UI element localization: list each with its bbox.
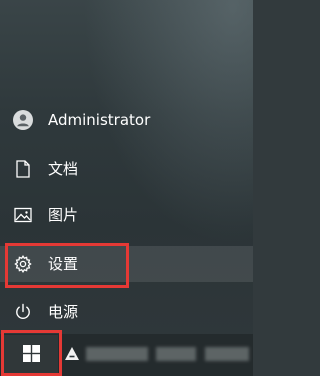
pictures-label: 图片 [48,206,79,224]
documents-label: 文档 [48,160,79,178]
start-menu: Administrator 文档 图片 设置 电源 [0,0,253,330]
start-menu-item-documents[interactable]: 文档 [0,151,253,187]
power-icon [13,302,33,322]
taskbar-blurred-content [205,347,249,361]
user-avatar-icon [13,110,33,130]
app-icon[interactable] [63,346,81,362]
start-button[interactable] [4,335,58,375]
start-menu-item-pictures[interactable]: 图片 [0,197,253,233]
gear-icon [13,254,33,274]
document-icon [13,159,33,179]
start-menu-item-settings[interactable]: 设置 [0,246,253,282]
taskbar-blurred-content [86,347,148,361]
windows-logo-icon [22,344,40,366]
power-label: 电源 [48,303,79,321]
start-menu-item-power[interactable]: 电源 [0,294,253,330]
start-menu-item-user[interactable]: Administrator [0,102,253,138]
image-icon [13,205,33,225]
settings-label: 设置 [48,255,79,273]
taskbar-blurred-content [156,347,196,361]
user-name-label: Administrator [48,111,151,129]
